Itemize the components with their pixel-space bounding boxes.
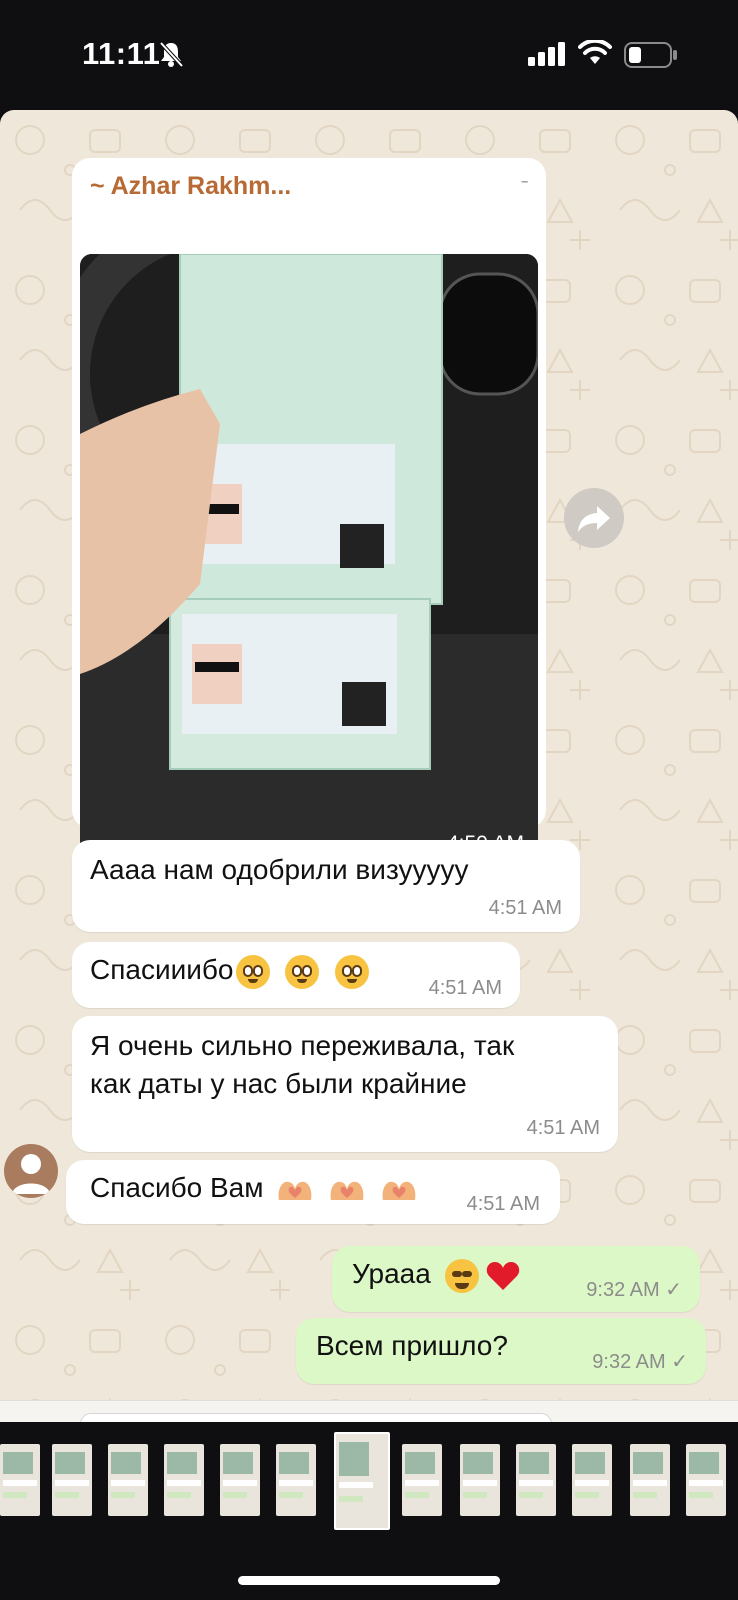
heart-hands-emoji — [278, 1181, 312, 1200]
sent-check-icon: ✓ — [665, 1279, 682, 1301]
thumbnail[interactable] — [164, 1444, 204, 1516]
message-menu-chevron[interactable]: ˗ — [521, 168, 528, 191]
thumbnail[interactable] — [52, 1444, 92, 1516]
avatar[interactable] — [4, 1144, 58, 1198]
composer-bar[interactable] — [0, 1400, 738, 1422]
signal-icon — [528, 42, 565, 66]
screenshot-thumbnail-strip[interactable] — [0, 1422, 738, 1532]
thumbnail[interactable] — [630, 1444, 670, 1516]
forward-icon — [578, 506, 610, 532]
chat-area[interactable]: ~ Azhar Rakhm... ˗ 4:50 AM — [0, 110, 738, 1422]
thumbnail[interactable] — [572, 1444, 612, 1516]
red-heart-emoji — [487, 1261, 520, 1290]
sender-name[interactable]: ~ Azhar Rakhm... — [90, 172, 291, 201]
thumbnail[interactable] — [220, 1444, 260, 1516]
message-bubble[interactable]: Спасибо Вам 4:51 AM — [66, 1160, 560, 1224]
message-bubble[interactable]: Спасииибо 4:51 AM — [72, 942, 520, 1008]
message-text: Всем пришло? — [316, 1330, 508, 1361]
bell-slash-icon — [159, 41, 184, 68]
message-text-label: Урааа — [352, 1258, 431, 1289]
message-time: 4:51 AM — [488, 897, 562, 919]
thumbnail[interactable] — [460, 1444, 500, 1516]
message-text: Аааа нам одобрили визууууу — [90, 854, 469, 885]
message-text-label: Спасибо Вам — [90, 1172, 264, 1203]
message-bubble[interactable]: Я очень сильно переживала, так как даты … — [72, 1016, 618, 1152]
thumbnail[interactable] — [516, 1444, 556, 1516]
passport-visa-image — [80, 254, 538, 868]
message-bubble-outgoing[interactable]: Урааа 9:32 AM ✓ — [332, 1246, 700, 1312]
heart-hands-emoji — [382, 1181, 416, 1200]
image-message[interactable]: ~ Azhar Rakhm... ˗ 4:50 AM — [72, 158, 546, 868]
message-time: 4:51 AM — [466, 1193, 540, 1215]
message-text-line-1: Я очень сильно переживала, так — [90, 1030, 515, 1061]
message-bubble[interactable]: Аааа нам одобрили визууууу 4:51 AM — [72, 840, 580, 932]
message-time-label: 9:32 AM — [586, 1279, 660, 1301]
message-time: 4:51 AM — [526, 1117, 600, 1139]
message-input[interactable] — [80, 1413, 552, 1422]
thumbnail[interactable] — [276, 1444, 316, 1516]
heart-hands-emoji — [330, 1181, 364, 1200]
visa-photo[interactable]: 4:50 AM — [80, 254, 538, 868]
message-text-label: Спасииибо — [90, 954, 234, 985]
message-text: Урааа — [352, 1258, 520, 1293]
message-text: Спасибо Вам — [90, 1172, 419, 1204]
pleading-face-emoji — [285, 954, 320, 989]
sent-check-icon: ✓ — [671, 1351, 688, 1373]
avatar-icon — [12, 1154, 50, 1194]
pleading-face-emoji — [235, 954, 270, 989]
wifi-icon — [578, 40, 612, 64]
message-time: 9:32 AM ✓ — [586, 1277, 682, 1302]
message-time: 9:32 AM ✓ — [592, 1349, 688, 1374]
thumbnail[interactable] — [0, 1444, 40, 1516]
message-text: Спасииибо — [90, 954, 370, 989]
pleading-face-emoji — [335, 954, 370, 989]
thumbnail[interactable] — [686, 1444, 726, 1516]
home-indicator[interactable] — [238, 1576, 500, 1585]
status-bar: 11:11 — [0, 0, 738, 110]
status-time: 11:11 — [82, 36, 161, 71]
smiling-face-emoji — [444, 1258, 479, 1293]
battery-icon — [624, 42, 677, 68]
forward-button[interactable] — [564, 488, 624, 548]
thumbnail-selected[interactable] — [334, 1432, 390, 1530]
thumbnail[interactable] — [402, 1444, 442, 1516]
message-time: 4:51 AM — [428, 977, 502, 999]
thumbnail[interactable] — [108, 1444, 148, 1516]
message-time-label: 9:32 AM — [592, 1351, 666, 1373]
message-text-line-2: как даты у нас были крайние — [90, 1068, 467, 1099]
message-bubble-outgoing[interactable]: Всем пришло? 9:32 AM ✓ — [296, 1318, 706, 1384]
